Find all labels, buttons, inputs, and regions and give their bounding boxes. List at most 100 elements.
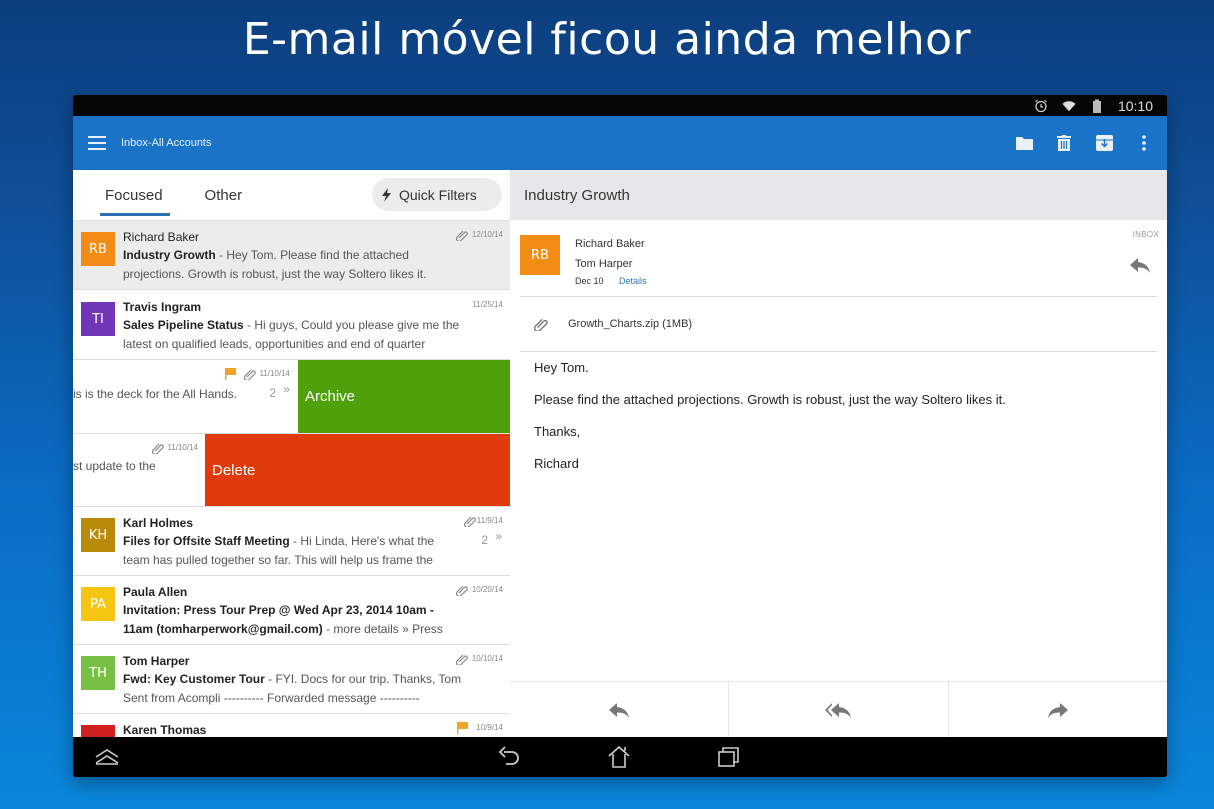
message-list-item[interactable]: PA Paula Allen 10/20/14 Invitation: Pres…	[73, 576, 510, 645]
email-subject: Industry Growth	[510, 170, 1167, 220]
sender-avatar: RB	[520, 235, 560, 275]
status-bar: 10:10	[73, 95, 1167, 116]
home-icon	[608, 746, 630, 768]
clock: 10:10	[1117, 97, 1153, 114]
attachment-icon	[456, 654, 468, 665]
message-sender: Richard Baker	[123, 230, 200, 244]
reply-all-icon	[825, 702, 852, 718]
home-button[interactable]	[606, 745, 632, 769]
recents-icon	[718, 747, 739, 767]
avatar: PA	[81, 587, 115, 621]
folder-label: INBOX	[1132, 230, 1159, 239]
attachment-icon	[456, 585, 468, 596]
avatar: RB	[81, 232, 115, 266]
message-date: 10/10/14	[471, 654, 503, 663]
body-paragraph: Hey Tom.	[534, 360, 589, 375]
tablet-screen: 10:10 Inbox-All Accounts Focused Other Q…	[73, 95, 1167, 777]
message-sender: Karen Thomas	[123, 723, 207, 737]
move-to-folder-button[interactable]	[1015, 134, 1033, 152]
email-to: Tom Harper	[575, 258, 633, 270]
folder-icon	[1015, 137, 1033, 150]
alarm-icon	[1035, 99, 1047, 112]
expand-up-icon	[95, 749, 119, 765]
message-subject: Files for Offsite Staff Meeting	[123, 534, 290, 548]
message-date: 11/10/14	[259, 369, 290, 378]
archive-swipe-action[interactable]: Archive	[298, 360, 510, 433]
quick-filters-button[interactable]: Quick Filters	[372, 178, 502, 211]
message-subject: Sales Pipeline Status	[123, 318, 244, 332]
message-sender: Travis Ingram	[123, 300, 202, 314]
message-preview: Sales Pipeline Status - Hi guys, Could y…	[123, 318, 460, 351]
more-vert-icon	[1142, 135, 1146, 151]
tab-focused[interactable]: Focused	[100, 183, 170, 216]
email-body: Hey Tom. Please find the attached projec…	[510, 352, 1167, 472]
archive-button[interactable]	[1095, 134, 1113, 152]
avatar: TH	[81, 656, 115, 690]
back-icon	[498, 746, 519, 765]
message-date: 10/20/14	[471, 585, 503, 594]
message-date: 11/9/14	[476, 516, 503, 525]
message-sender: Paula Allen	[123, 585, 188, 599]
avatar	[81, 725, 115, 737]
message-date: 11/10/14	[167, 443, 198, 452]
message-list-item[interactable]: RB Richard Baker 12/10/14 Industry Growt…	[73, 221, 510, 290]
message-date: 10/9/14	[476, 723, 503, 732]
message-date: 12/10/14	[471, 230, 503, 239]
message-list-item[interactable]: KH Karl Holmes 11/9/14 Files for Offsite…	[73, 507, 510, 576]
recents-button[interactable]	[716, 745, 742, 769]
message-list-item-swiped[interactable]: 11/10/14 is is the deck for the All Hand…	[73, 360, 510, 434]
message-preview: Industry Growth - Hey Tom. Please find t…	[123, 248, 427, 281]
lightning-icon	[382, 187, 391, 202]
flag-icon	[457, 722, 468, 734]
expand-up-button[interactable]	[94, 745, 120, 769]
body-paragraph: Richard	[534, 456, 579, 471]
back-button[interactable]	[497, 745, 523, 769]
avatar: KH	[81, 518, 115, 552]
reply-icon	[609, 702, 630, 718]
trash-icon	[1057, 135, 1071, 151]
inbox-tabs: Focused Other Quick Filters	[73, 170, 510, 221]
message-list-item-swiped[interactable]: 11/10/14 st update to the Delete	[73, 434, 510, 507]
message-list-item[interactable]: Karen Thomas 10/9/14	[73, 714, 510, 737]
attachment-icon	[464, 516, 476, 527]
forward-button[interactable]	[949, 682, 1167, 737]
attachment-name: Growth_Charts.zip (1MB)	[568, 318, 693, 330]
battery-icon	[1092, 99, 1101, 113]
attachment-item[interactable]: Growth_Charts.zip (1MB)	[520, 297, 1157, 352]
email-date: Dec 10	[575, 276, 604, 286]
attachment-icon	[534, 318, 548, 331]
forward-icon	[1047, 702, 1068, 718]
more-options-button[interactable]	[1135, 134, 1153, 152]
archive-icon	[1095, 135, 1113, 151]
message-preview: Fwd: Key Customer Tour - FYI. Docs for o…	[123, 672, 462, 705]
message-preview: st update to the	[73, 459, 156, 473]
message-list-item[interactable]: TH Tom Harper 10/10/14 Fwd: Key Customer…	[73, 645, 510, 714]
body-paragraph: Please find the attached projections. Gr…	[534, 392, 1006, 407]
wifi-icon	[1062, 100, 1076, 111]
body-paragraph: Thanks,	[534, 424, 581, 439]
message-list-pane: Focused Other Quick Filters RB Richard B…	[73, 170, 510, 737]
thread-count: 2	[269, 386, 276, 400]
email-from: Richard Baker	[575, 238, 645, 250]
quick-filters-label: Quick Filters	[399, 186, 477, 203]
reading-pane: Industry Growth RB Richard Baker Tom Har…	[510, 170, 1167, 737]
reply-button[interactable]	[510, 682, 730, 737]
message-subject: Industry Growth	[123, 248, 216, 262]
reply-icon[interactable]	[1129, 256, 1151, 274]
email-header: RB Richard Baker Tom Harper Dec 10 Detai…	[520, 220, 1159, 297]
thread-count: 2	[481, 533, 488, 547]
reply-all-button[interactable]	[729, 682, 949, 737]
details-link[interactable]: Details	[619, 276, 647, 286]
system-nav-bar	[73, 737, 1167, 777]
tab-other[interactable]: Other	[203, 183, 245, 208]
reply-action-bar	[510, 681, 1167, 737]
hamburger-menu-icon[interactable]	[88, 136, 106, 150]
message-preview: Invitation: Press Tour Prep @ Wed Apr 23…	[123, 603, 443, 636]
avatar: TI	[81, 302, 115, 336]
attachment-icon	[244, 369, 256, 380]
app-bar: Inbox-All Accounts	[73, 116, 1167, 170]
delete-button[interactable]	[1055, 134, 1073, 152]
delete-swipe-action[interactable]: Delete	[205, 434, 510, 506]
message-list-item[interactable]: TI Travis Ingram 11/25/14 Sales Pipeline…	[73, 291, 510, 360]
thread-chevron-icon: »	[283, 382, 290, 396]
